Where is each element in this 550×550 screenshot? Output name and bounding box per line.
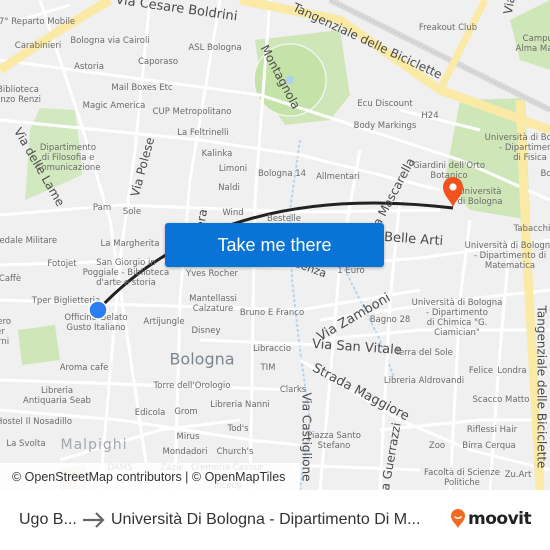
origin-marker[interactable]	[88, 300, 108, 320]
poi-label: Tod's	[227, 424, 249, 434]
poi-label: Yves Rocher	[185, 269, 239, 279]
poi-label: Scacco Matto	[472, 395, 530, 405]
poi-label: Torre dell'Orologio	[153, 381, 231, 391]
poi-label: La Svolta	[6, 439, 46, 449]
poi-label: Mail Boxes Etc	[111, 83, 173, 93]
poi-label: Tabacchi	[513, 224, 550, 234]
poi-label: Zu.Art	[504, 470, 532, 480]
poi-label: Disney	[191, 326, 221, 336]
poi-label: Campus Alma Mater	[515, 34, 550, 54]
poi-label: Libraccio	[252, 344, 292, 354]
poi-label: Pam	[92, 203, 112, 213]
arrow-right-icon	[83, 512, 105, 528]
map-attribution: © OpenStreetMap contributors | © OpenMap…	[0, 463, 300, 490]
poi-label: Magic America	[82, 101, 146, 111]
city-label: Bologna	[169, 349, 235, 369]
poi-label: Dipartimento di Filosofia e Comunicazion…	[35, 143, 101, 173]
moovit-wordmark: moovit	[468, 509, 532, 529]
origin-name: Ugo B...	[19, 511, 77, 528]
poi-label: Università di Bologna - Dipartimento di …	[464, 241, 550, 271]
poi-label: Church's	[216, 447, 254, 457]
attribution-text: © OpenStreetMap contributors | © OpenMap…	[12, 469, 286, 484]
poi-label: Aroma cafe	[59, 363, 109, 373]
poi-label: Hostel Il Nosadillo	[0, 417, 73, 427]
poi-label: Piazza Santo Stefano	[307, 431, 361, 451]
poi-label: Bologna 14	[257, 169, 307, 179]
poi-label: Fotojet	[47, 259, 77, 269]
poi-label: Bo	[540, 169, 550, 179]
moovit-pin-icon	[451, 509, 465, 528]
district-label: Malpighi	[60, 437, 128, 453]
take-me-there-button[interactable]: Take me there	[165, 223, 384, 267]
poi-label: Allmentari	[316, 172, 360, 182]
poi-label: Università di Bologna	[457, 187, 503, 207]
footer: Ugo B... Università Di Bologna - Diparti…	[0, 490, 550, 550]
poi-label: Terra del Sole	[395, 348, 453, 358]
poi-label: H24	[421, 111, 439, 121]
park-small	[18, 325, 60, 365]
poi-label: Kalinka	[201, 149, 233, 159]
poi-label: Artijungle	[143, 317, 185, 327]
destination-marker[interactable]	[442, 176, 464, 208]
poi-label: Libero Per Barni	[0, 317, 12, 347]
poi-label: Carabinieri	[14, 41, 62, 51]
poi-label: Ospedale Militare	[0, 236, 58, 246]
poi-label: Caporaso	[137, 57, 179, 67]
poi-label: Libreria Antiquaria Seab	[23, 386, 91, 406]
street-label: Tangenziale delle Biciclette	[534, 305, 549, 469]
poi-label: Bruno E Franco	[239, 308, 305, 318]
poi-label: La Feltrinelli	[177, 128, 229, 138]
poi-label: Wind	[222, 208, 244, 218]
poi-label: Zoo	[428, 441, 446, 451]
poi-label: 1 Euro	[337, 266, 365, 276]
poi-label: Riflessi Hair	[466, 425, 518, 435]
poi-label: Edicola	[134, 408, 166, 418]
poi-label: Astoria	[74, 62, 104, 72]
poi-label: TIM	[260, 363, 276, 373]
poi-label: Bologna via Cairoli	[70, 36, 150, 46]
poi-label: Freakout Club	[418, 23, 478, 33]
poi-label: Ecu Discount	[357, 99, 413, 109]
poi-label: Bagno 28	[369, 315, 411, 325]
poi-label: Sole	[122, 207, 142, 217]
poi-label: CUP Metropolitano	[152, 107, 232, 117]
map[interactable]: Via Cesare Boldrini Tangenziale delle Bi…	[0, 0, 550, 490]
origin-dot-icon	[88, 300, 108, 320]
poi-label: Felice	[468, 366, 494, 376]
poi-label: Biblioteca Enzo Renzi	[0, 85, 42, 105]
poi-label: Università di Bologna - Dipartimento di …	[411, 298, 503, 338]
poi-label: Mondadori	[162, 447, 208, 457]
poi-label: Mirus	[176, 432, 200, 442]
poi-label: Limoni	[218, 164, 248, 174]
poi-label: Londra	[497, 366, 527, 376]
map-pin-icon	[443, 177, 463, 207]
poi-label: Libreria Nanni	[210, 400, 270, 410]
poi-label: Naldi	[218, 183, 240, 193]
moovit-logo[interactable]: moovit	[450, 509, 532, 529]
poi-label: Body Markings	[353, 121, 417, 131]
poi-label: Grom	[174, 407, 198, 417]
poi-label: Clarks	[279, 385, 307, 395]
poi-label: Caffè	[0, 274, 22, 284]
destination-name: Università Di Bologna - Dipartimento Di …	[111, 511, 421, 528]
poi-label: La Margherita	[100, 239, 160, 249]
take-me-there-label: Take me there	[217, 234, 332, 255]
poi-label: Università di Bologna - Dipartimento di …	[484, 133, 550, 163]
poi-label: Mantellassi Calzature	[189, 294, 237, 314]
poi-label: San Giorgio in Poggiale - Biblioteca d'a…	[82, 258, 170, 288]
poi-label: Libreria Aldrovandi	[383, 376, 465, 386]
poi-label: 7° Reparto Mobile	[0, 17, 76, 27]
poi-label: Birra Cerqua	[462, 441, 516, 451]
poi-label: ASL Bologna	[188, 43, 242, 53]
poi-label: Facoltà di Scienze Politiche	[424, 468, 500, 488]
